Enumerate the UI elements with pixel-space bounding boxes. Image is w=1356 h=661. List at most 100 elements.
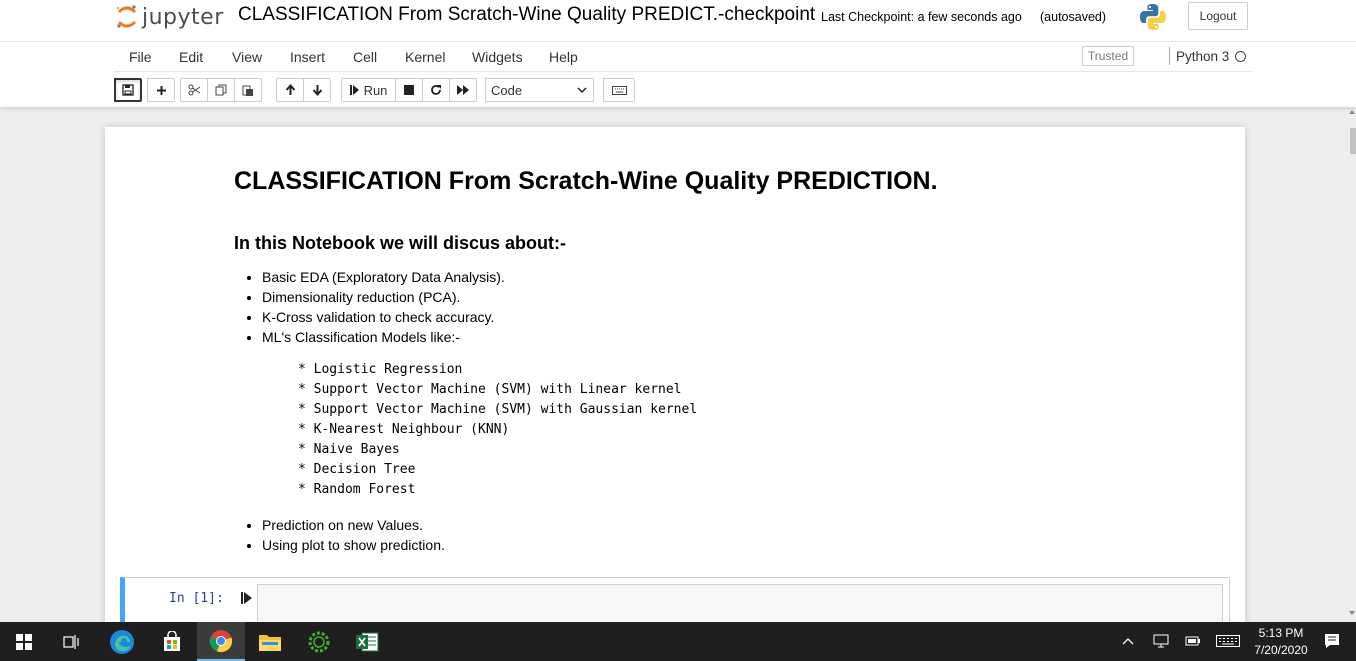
checkpoint-status: Last Checkpoint: a few seconds ago: [821, 10, 1022, 24]
jupyter-wordmark: jupyter: [142, 4, 224, 30]
plus-icon: [156, 85, 166, 95]
move-down-button[interactable]: [303, 78, 331, 102]
scroll-down-icon[interactable]: [1349, 611, 1355, 615]
clock-time: 5:13 PM: [1258, 626, 1304, 640]
menu-kernel[interactable]: Kernel: [405, 49, 445, 65]
taskbar-store[interactable]: [148, 622, 196, 661]
kernel-divider: [1169, 47, 1170, 65]
topic-list-continued: Prediction on new Values. Using plot to …: [234, 515, 445, 555]
cell-prompt: In [1]:: [169, 591, 224, 606]
scroll-up-icon[interactable]: [1349, 110, 1355, 114]
list-item: Basic EDA (Exploratory Data Analysis).: [262, 267, 505, 287]
anaconda-icon: [308, 631, 330, 652]
menu-view[interactable]: View: [232, 49, 262, 65]
run-cell-icon[interactable]: [241, 591, 253, 605]
list-item: Using plot to show prediction.: [262, 535, 445, 555]
code-input[interactable]: [257, 584, 1223, 624]
paste-button[interactable]: [234, 78, 262, 102]
kernel-name[interactable]: Python 3: [1176, 49, 1229, 64]
python-logo-icon: [1140, 4, 1166, 30]
cell-type-value: Code: [491, 82, 523, 98]
keyboard-icon[interactable]: [1216, 635, 1240, 647]
folder-icon: [259, 634, 281, 651]
chrome-icon: [209, 629, 233, 652]
copy-icon: [215, 84, 227, 96]
restart-run-all-button[interactable]: [449, 78, 477, 102]
menu-insert[interactable]: Insert: [290, 49, 325, 65]
step-forward-icon: [349, 85, 359, 95]
save-button[interactable]: [114, 78, 142, 102]
header-top-bar: jupyter CLASSIFICATION From Scratch-Wine…: [0, 0, 1356, 42]
arrow-up-icon: [285, 84, 295, 95]
interrupt-kernel-button[interactable]: [395, 78, 423, 102]
chevron-down-icon: [577, 87, 587, 94]
model-list-code-block: * Logistic Regression * Support Vector M…: [298, 360, 697, 500]
task-view-icon: [63, 634, 79, 649]
code-line: * Naive Bayes: [298, 442, 400, 457]
logout-button[interactable]: Logout: [1188, 2, 1248, 30]
start-button[interactable]: [0, 622, 48, 661]
jupyter-logo[interactable]: jupyter: [116, 0, 224, 34]
code-line: * Support Vector Machine (SVM) with Gaus…: [298, 402, 698, 417]
toolbar-keyboard-group: [603, 78, 635, 102]
copy-button[interactable]: [207, 78, 235, 102]
code-line: * Random Forest: [298, 482, 416, 497]
taskbar-edge[interactable]: [98, 622, 146, 661]
move-up-button[interactable]: [276, 78, 304, 102]
taskbar-file-explorer[interactable]: [246, 622, 294, 661]
chevron-up-icon[interactable]: [1122, 637, 1134, 645]
task-view-button[interactable]: [48, 622, 96, 661]
kernel-idle-icon: [1235, 51, 1246, 62]
battery-icon[interactable]: [1185, 636, 1201, 646]
store-icon: [164, 630, 180, 651]
command-palette-button[interactable]: [603, 78, 635, 102]
taskbar-excel[interactable]: [343, 622, 391, 661]
taskbar-anaconda[interactable]: [295, 622, 343, 661]
cut-button[interactable]: [180, 78, 208, 102]
list-item: Dimensionality reduction (PCA).: [262, 287, 505, 307]
keyboard-icon: [611, 85, 627, 95]
code-line: * Logistic Regression: [298, 362, 463, 377]
toolbar-save-group: [114, 78, 142, 102]
restart-kernel-button[interactable]: [422, 78, 450, 102]
markdown-subtitle: In this Notebook we will discus about:-: [234, 233, 567, 253]
menubar: File Edit View Insert Cell Kernel Widget…: [114, 41, 1252, 72]
menu-widgets[interactable]: Widgets: [472, 49, 523, 65]
notification-icon[interactable]: [1324, 633, 1340, 649]
windows-logo-icon: [16, 633, 32, 650]
topic-list: Basic EDA (Exploratory Data Analysis). D…: [234, 267, 505, 347]
insert-cell-button[interactable]: [147, 78, 175, 102]
run-button[interactable]: Run: [341, 78, 396, 102]
menu-file[interactable]: File: [129, 49, 152, 65]
markdown-title: CLASSIFICATION From Scratch-Wine Quality…: [234, 167, 938, 195]
taskbar-chrome-active[interactable]: [197, 622, 245, 661]
list-item: K-Cross validation to check accuracy.: [262, 307, 505, 327]
toolbar-insert-group: [147, 78, 175, 102]
menu-help[interactable]: Help: [549, 49, 578, 65]
autosave-status: (autosaved): [1040, 10, 1107, 24]
network-icon[interactable]: [1153, 634, 1169, 648]
list-item: ML's Classification Models like:-: [262, 327, 505, 347]
fast-forward-icon: [456, 85, 469, 95]
notebook-header: jupyter CLASSIFICATION From Scratch-Wine…: [0, 0, 1356, 107]
taskbar-clock[interactable]: 5:13 PM 7/20/2020: [1248, 625, 1314, 659]
arrow-down-icon: [312, 85, 322, 96]
code-line: * Decision Tree: [298, 462, 416, 477]
menu-edit[interactable]: Edit: [179, 49, 203, 65]
notebook-title[interactable]: CLASSIFICATION From Scratch-Wine Quality…: [238, 4, 815, 26]
excel-icon: [356, 632, 379, 651]
refresh-icon: [431, 85, 441, 95]
page-scrollbar[interactable]: [1348, 107, 1356, 622]
menu-cell[interactable]: Cell: [353, 49, 377, 65]
trusted-badge[interactable]: Trusted: [1082, 46, 1134, 66]
code-line: * Support Vector Machine (SVM) with Line…: [298, 382, 682, 397]
save-icon: [122, 84, 134, 96]
notebook-container: CLASSIFICATION From Scratch-Wine Quality…: [105, 127, 1245, 627]
jupyter-logo-icon: [117, 5, 137, 28]
paste-icon: [242, 85, 253, 96]
toolbar-move-group: [276, 78, 331, 102]
edge-icon: [110, 629, 134, 654]
toolbar-run-group: Run: [341, 78, 477, 102]
scrollbar-thumb[interactable]: [1350, 128, 1356, 154]
cell-type-select[interactable]: Code: [485, 78, 594, 102]
